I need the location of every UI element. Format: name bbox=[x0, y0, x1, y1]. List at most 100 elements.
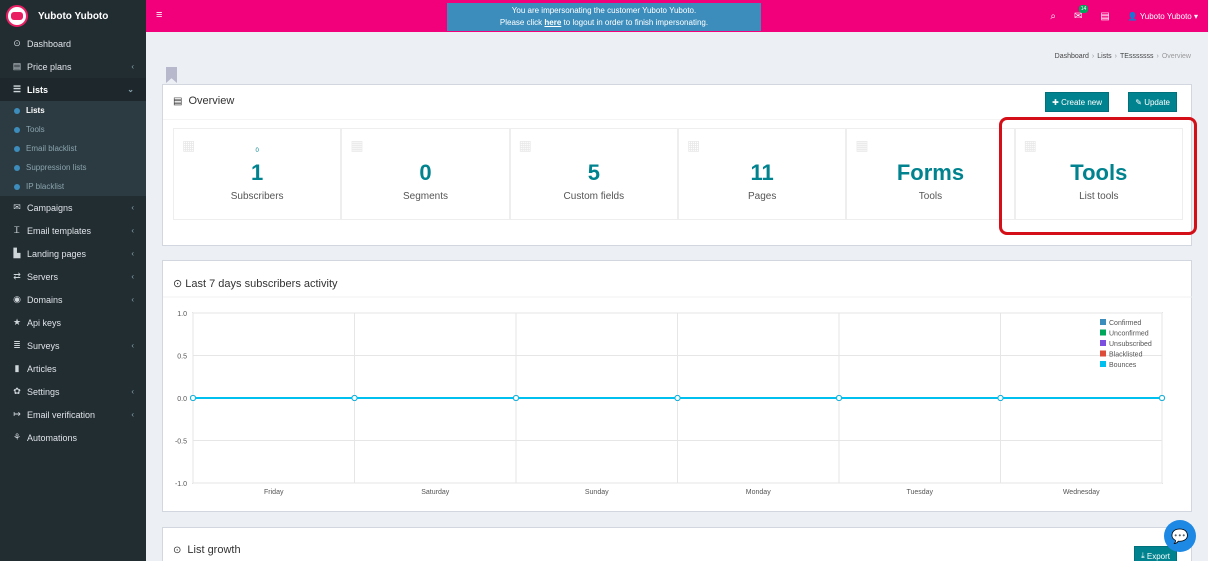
dashboard-icon: ⊙ bbox=[13, 38, 21, 48]
legend-swatch bbox=[1100, 361, 1106, 367]
update-button[interactable]: ✎ Update bbox=[1128, 92, 1177, 112]
sidebar-item-email-templates[interactable]: Ꮖ Email templates ‹ bbox=[0, 219, 146, 242]
breadcrumb-lists[interactable]: Lists bbox=[1097, 53, 1111, 60]
stat-value: 11 bbox=[750, 160, 774, 185]
brand[interactable]: Yuboto Yuboto bbox=[0, 0, 146, 32]
topbar: ≡ You are impersonating the customer Yub… bbox=[146, 0, 1208, 32]
submenu-item-email-blacklist[interactable]: Email blacklist bbox=[0, 139, 146, 158]
sidebar-item-campaigns[interactable]: ✉ Campaigns ‹ bbox=[0, 196, 146, 219]
submenu-item-lists[interactable]: Lists bbox=[0, 101, 146, 120]
table-icon: ▤ bbox=[173, 95, 183, 107]
sidebar-item-domains[interactable]: ◉ Domains ‹ bbox=[0, 288, 146, 311]
y-tick-label: 1.0 bbox=[177, 311, 187, 318]
sidebar-item-label: Articles bbox=[27, 363, 57, 374]
overview-title: Overview bbox=[188, 95, 235, 107]
chevron-icon: ‹ bbox=[131, 387, 134, 396]
sidebar-item-dashboard[interactable]: ⊙ Dashboard bbox=[0, 32, 146, 55]
stat-card-tools[interactable]: ▦ Forms Tools bbox=[846, 128, 1015, 220]
hamburger-icon[interactable]: ≡ bbox=[156, 9, 162, 21]
data-point bbox=[836, 395, 842, 401]
x-tick-label: Saturday bbox=[421, 489, 450, 496]
x-tick-label: Wednesday bbox=[1063, 489, 1100, 496]
circle-icon bbox=[14, 126, 20, 133]
data-point bbox=[351, 395, 358, 401]
bookmark-icon[interactable] bbox=[166, 67, 177, 83]
growth-title: List growth bbox=[187, 544, 241, 556]
impersonation-line1: You are impersonating the customer Yubot… bbox=[511, 6, 697, 15]
chevron-icon: ‹ bbox=[131, 272, 134, 281]
export-label: Export bbox=[1146, 551, 1170, 561]
sidebar-item-articles[interactable]: ▮ Articles bbox=[0, 357, 146, 380]
sidebar-item-label: Surveys bbox=[27, 340, 60, 351]
sidebar: Yuboto Yuboto ⊙ Dashboard ▤ Price plans ‹ ☰ Li… bbox=[0, 0, 146, 561]
legend-label: Unsubscribed bbox=[1109, 341, 1152, 348]
cog-icon: ✿ bbox=[13, 386, 21, 396]
highlight-box bbox=[999, 117, 1197, 235]
data-point bbox=[1159, 395, 1165, 401]
sidebar-item-surveys[interactable]: ≣ Surveys ‹ bbox=[0, 334, 146, 357]
y-tick-label: 0.0 bbox=[177, 396, 187, 403]
chevron-icon: ‹ bbox=[131, 226, 134, 235]
chevron-icon: ‹ bbox=[131, 410, 134, 419]
sidebar-item-email-verification[interactable]: ↦ Email verification ‹ bbox=[0, 403, 146, 426]
submenu-item-label: Email blacklist bbox=[26, 144, 77, 153]
create-new-button[interactable]: ✚ Create new bbox=[1045, 92, 1109, 112]
stat-card-pages[interactable]: ▦ 11 Pages bbox=[677, 128, 847, 220]
activity-title: ⊙ Last 7 days subscribers activity bbox=[173, 278, 338, 290]
sidebar-item-price-plans[interactable]: ▤ Price plans ‹ bbox=[0, 55, 146, 78]
circle-icon bbox=[14, 107, 20, 114]
chevron-icon: ‹ bbox=[131, 203, 134, 212]
logout-link[interactable]: here bbox=[544, 18, 561, 27]
stat-label: Tools bbox=[918, 191, 943, 202]
impersonation-post: to logout in order to finish impersonati… bbox=[563, 18, 709, 27]
sidebar-item-label: Automations bbox=[27, 432, 78, 443]
submenu-item-label: Suppression lists bbox=[26, 163, 87, 172]
data-point bbox=[674, 395, 681, 401]
chat-icon[interactable]: 💬 bbox=[1164, 520, 1196, 552]
breadcrumb-dashboard[interactable]: Dashboard bbox=[1055, 53, 1089, 60]
legend-label: Unconfirmed bbox=[1109, 331, 1149, 338]
submenu-item-label: Lists bbox=[26, 106, 45, 115]
sidebar-item-lists[interactable]: ☰ Lists ⌄ bbox=[0, 78, 146, 101]
stat-label: Segments bbox=[402, 191, 448, 202]
sidebar-item-label: Email templates bbox=[27, 225, 92, 236]
price-icon: ▤ bbox=[12, 61, 22, 71]
data-point bbox=[997, 395, 1004, 401]
y-tick-label: -1.0 bbox=[175, 481, 187, 488]
stat-card-subscribers[interactable]: ▦ 0 1 Subscribers bbox=[173, 128, 342, 220]
stat-card-custom-fields[interactable]: ▦ 5 Custom fields bbox=[509, 128, 678, 220]
sidebar-item-label: Campaigns bbox=[27, 202, 73, 213]
submenu-item-tools[interactable]: Tools bbox=[0, 120, 146, 139]
check-icon: ↦ bbox=[13, 409, 21, 419]
notifications-icon[interactable]: ▤ bbox=[1100, 11, 1109, 22]
sidebar-item-landing-pages[interactable]: ▙ Landing pages ‹ bbox=[0, 242, 146, 265]
cog-icon: ▦ bbox=[350, 137, 364, 153]
sidebar-item-label: Domains bbox=[27, 294, 63, 305]
globe-icon: ◉ bbox=[13, 294, 21, 304]
circle-icon bbox=[14, 164, 20, 171]
breadcrumb-list[interactable]: TEsssssss bbox=[1120, 53, 1153, 60]
search-icon[interactable]: ⌕ bbox=[1050, 11, 1056, 22]
stat-small: 0 bbox=[255, 148, 259, 154]
submenu-item-label: Tools bbox=[26, 125, 45, 134]
sidebar-item-servers[interactable]: ⇄ Servers ‹ bbox=[0, 265, 146, 288]
submenu-item-suppression-lists[interactable]: Suppression lists bbox=[0, 158, 146, 177]
sidebar-item-label: Email verification bbox=[27, 409, 96, 420]
legend-label: Confirmed bbox=[1109, 320, 1141, 327]
impersonation-pre: Please click bbox=[499, 18, 543, 27]
messages-icon[interactable]: ✉ 14 bbox=[1074, 4, 1089, 22]
stat-card-segments[interactable]: ▦ 0 Segments bbox=[341, 128, 510, 220]
submenu-item-ip-blacklist[interactable]: IP blacklist bbox=[0, 177, 146, 196]
sidebar-item-label: Settings bbox=[27, 386, 60, 397]
user-menu[interactable]: 👤 Yuboto Yuboto ▾ bbox=[1128, 12, 1198, 21]
sidebar-item-api-keys[interactable]: ★ Api keys bbox=[0, 311, 146, 334]
sidebar-item-label: Landing pages bbox=[27, 248, 87, 259]
sidebar-item-label: Servers bbox=[27, 271, 59, 282]
sidebar-item-settings[interactable]: ✿ Settings ‹ bbox=[0, 380, 146, 403]
sidebar-item-label: Dashboard bbox=[27, 38, 72, 49]
brand-logo-icon bbox=[6, 5, 28, 27]
impersonation-notice: You are impersonating the customer Yubot… bbox=[447, 3, 761, 31]
y-tick-label: -0.5 bbox=[175, 439, 187, 446]
sidebar-item-automations[interactable]: ⚘ Automations bbox=[0, 426, 146, 449]
envelope-icon: ✉ bbox=[13, 202, 21, 212]
